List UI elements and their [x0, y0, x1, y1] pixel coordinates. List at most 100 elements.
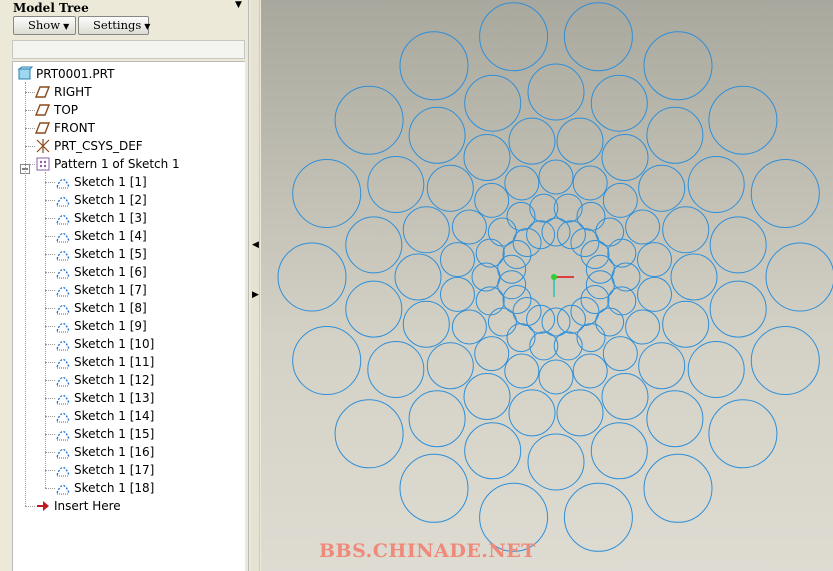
sketch-circle[interactable]: [475, 238, 505, 268]
tree-item-top[interactable]: TOP: [34, 101, 78, 119]
settings-button[interactable]: Settings ▼: [78, 16, 150, 35]
sketch-circle[interactable]: [399, 453, 469, 523]
sketch-circle[interactable]: [595, 307, 625, 337]
sketch-circle[interactable]: [625, 309, 661, 345]
sketch-circle[interactable]: [602, 182, 638, 218]
sketch-circle[interactable]: [607, 238, 637, 268]
sketch-circle[interactable]: [402, 206, 450, 254]
sketch-circle[interactable]: [497, 270, 527, 300]
insert-here-marker[interactable]: Insert Here: [35, 497, 121, 515]
sketch-circle[interactable]: [637, 242, 672, 278]
sketch-circle[interactable]: [292, 326, 362, 395]
sketch-circle[interactable]: [687, 156, 745, 213]
sketch-circle[interactable]: [334, 399, 404, 469]
sketch-circle[interactable]: [394, 253, 442, 301]
sketch-circle[interactable]: [765, 242, 833, 312]
sketch-circle[interactable]: [402, 300, 450, 348]
panel-menu-arrow-icon[interactable]: ▼: [235, 0, 242, 10]
sketch-circle[interactable]: [556, 117, 604, 165]
sketch-circle[interactable]: [426, 164, 474, 212]
sketch-circle[interactable]: [585, 270, 615, 300]
sketch-circle[interactable]: [506, 201, 536, 231]
splitter-bar[interactable]: [251, 0, 260, 571]
sketch-circle[interactable]: [601, 373, 649, 420]
sketch-circle[interactable]: [585, 254, 615, 284]
sketch-circle[interactable]: [367, 156, 425, 213]
sketch-circle[interactable]: [426, 342, 474, 390]
tree-item-sketch[interactable]: Sketch 1 [16]: [55, 443, 154, 461]
sketch-circle[interactable]: [345, 216, 403, 274]
sketch-circle[interactable]: [563, 482, 633, 552]
sketch-circle[interactable]: [637, 276, 672, 312]
sketch-circle[interactable]: [497, 254, 527, 284]
sketch-circle[interactable]: [607, 286, 637, 316]
sketch-circle[interactable]: [529, 331, 559, 361]
panel-splitter[interactable]: ◀ ▶: [248, 0, 261, 571]
sketch-circle[interactable]: [576, 201, 606, 231]
sketch-circle[interactable]: [638, 164, 686, 212]
collapse-left-icon[interactable]: ◀: [252, 240, 259, 250]
sketch-circle[interactable]: [474, 336, 510, 372]
sketch-circle[interactable]: [553, 331, 583, 361]
sketch-circle[interactable]: [572, 353, 608, 389]
sketch-circle[interactable]: [670, 253, 718, 301]
sketch-circle[interactable]: [508, 389, 556, 437]
sketch-circle[interactable]: [538, 359, 574, 395]
tree-item-sketch[interactable]: Sketch 1 [8]: [55, 299, 147, 317]
tree-item-sketch[interactable]: Sketch 1 [11]: [55, 353, 154, 371]
sketch-circle[interactable]: [646, 390, 704, 448]
tree-item-sketch[interactable]: Sketch 1 [9]: [55, 317, 147, 335]
sketch-circle[interactable]: [408, 106, 466, 164]
sketch-circle[interactable]: [451, 209, 487, 245]
sketch-circle[interactable]: [408, 390, 466, 448]
expand-right-icon[interactable]: ▶: [252, 290, 259, 300]
sketch-circle[interactable]: [463, 373, 511, 420]
sketch-circle[interactable]: [590, 422, 648, 480]
sketch-circle[interactable]: [487, 217, 517, 247]
tree-item-right[interactable]: RIGHT: [34, 83, 92, 101]
sketch-circle[interactable]: [504, 165, 540, 201]
sketch-circle[interactable]: [643, 31, 713, 101]
tree-item-sketch[interactable]: Sketch 1 [13]: [55, 389, 154, 407]
sketch-circle[interactable]: [527, 63, 585, 121]
tree-item-sketch[interactable]: Sketch 1 [6]: [55, 263, 147, 281]
sketch-circle[interactable]: [504, 353, 540, 389]
sketch-circle[interactable]: [602, 336, 638, 372]
sketch-circle[interactable]: [601, 134, 649, 181]
sketch-circle[interactable]: [440, 242, 475, 278]
sketch-circle[interactable]: [750, 326, 820, 395]
sketch-circle[interactable]: [487, 307, 517, 337]
sketch-circle[interactable]: [471, 262, 501, 292]
sketch-circle[interactable]: [345, 280, 403, 338]
sketch-circle[interactable]: [463, 134, 511, 181]
sketch-circle[interactable]: [662, 206, 710, 254]
tree-item-sketch[interactable]: Sketch 1 [7]: [55, 281, 147, 299]
sketch-circle[interactable]: [399, 31, 469, 101]
tree-item-sketch[interactable]: Sketch 1 [1]: [55, 173, 147, 191]
graphics-window[interactable]: BBS.CHINADE.NET: [261, 0, 833, 571]
sketch-circle[interactable]: [527, 433, 585, 491]
sketch-circle[interactable]: [708, 85, 778, 155]
sketch-circle[interactable]: [646, 106, 704, 164]
tree-item-sketch[interactable]: Sketch 1 [5]: [55, 245, 147, 263]
sketch-circle[interactable]: [556, 389, 604, 437]
tree-item-prt_csys_def[interactable]: PRT_CSYS_DEF: [35, 137, 143, 155]
sketch-circle[interactable]: [638, 342, 686, 390]
show-button[interactable]: Show ▼: [13, 16, 76, 35]
tree-filter-bar[interactable]: [12, 40, 245, 59]
sketch-circle[interactable]: [595, 217, 625, 247]
sketch-circle[interactable]: [277, 242, 347, 312]
sketch-circle[interactable]: [464, 422, 522, 480]
tree-item-sketch[interactable]: Sketch 1 [17]: [55, 461, 154, 479]
tree-item-sketch[interactable]: Sketch 1 [3]: [55, 209, 147, 227]
sketch-circle[interactable]: [474, 182, 510, 218]
sketch-circle[interactable]: [506, 323, 536, 353]
sketch-circle[interactable]: [440, 276, 475, 312]
tree-root[interactable]: PRT0001.PRT: [17, 65, 114, 83]
tree-item-sketch[interactable]: Sketch 1 [10]: [55, 335, 154, 353]
sketch-circle[interactable]: [464, 74, 522, 132]
sketch-circle[interactable]: [508, 117, 556, 165]
tree-item-sketch[interactable]: Sketch 1 [18]: [55, 479, 154, 497]
sketch-circle[interactable]: [750, 159, 820, 228]
tree-item-sketch[interactable]: Sketch 1 [12]: [55, 371, 154, 389]
